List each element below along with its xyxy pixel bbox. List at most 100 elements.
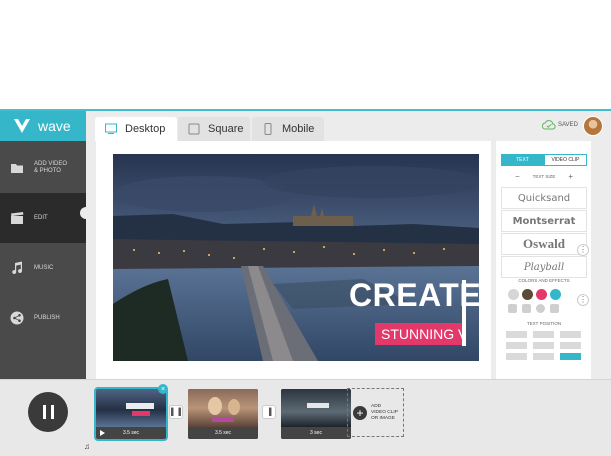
music-track-icon[interactable]: ♫: [84, 442, 90, 451]
square-icon: [188, 123, 200, 135]
color-swatch-grey[interactable]: [508, 289, 519, 300]
text-size-label: TEXT SIZE: [532, 174, 556, 179]
sidebar-item-publish[interactable]: PUBLISH: [0, 293, 86, 343]
position-top-right[interactable]: [560, 331, 581, 338]
sidebar-item-label: EDIT: [34, 214, 48, 221]
clip-thumbnail: [96, 389, 166, 427]
clip-thumbnail: [188, 389, 258, 427]
sidebar-item-add-media[interactable]: ADD VIDEO & PHOTO: [0, 143, 86, 193]
color-swatch-teal[interactable]: [550, 289, 561, 300]
font-option-quicksand[interactable]: Quicksand: [501, 187, 587, 209]
panel-toggle: TEXT VIDEO CLIP: [501, 154, 587, 166]
clip-duration: 3 sec: [310, 430, 322, 436]
transition-icon[interactable]: ▌▐: [169, 405, 183, 419]
position-bottom-left[interactable]: [506, 353, 527, 360]
clip-duration: 3.5 sec: [214, 430, 232, 436]
effects-more-options-icon[interactable]: ⋮: [577, 294, 589, 306]
saved-label: SAVED: [558, 122, 578, 128]
pause-bar-icon: [50, 405, 54, 419]
tab-text[interactable]: TEXT: [501, 154, 544, 166]
wave-logo-icon: [14, 119, 30, 133]
canvas-stage: CREATE STUNNING VI: [96, 141, 491, 381]
position-top-left[interactable]: [506, 331, 527, 338]
subline-text[interactable]: STUNNING VI: [375, 323, 462, 345]
position-top-center[interactable]: [533, 331, 554, 338]
effect-shadow-icon[interactable]: [522, 304, 531, 313]
headline-accent-bar: [462, 280, 466, 346]
tab-mobile[interactable]: Mobile: [252, 117, 324, 141]
clip-footer: 3 sec: [281, 427, 351, 439]
position-middle-left[interactable]: [506, 342, 527, 349]
saved-status: SAVED: [542, 120, 578, 130]
color-swatch-brown[interactable]: [522, 289, 533, 300]
transition-icon[interactable]: ▐: [262, 405, 276, 419]
position-bottom-right[interactable]: [560, 353, 581, 360]
sidebar-item-label: ADD VIDEO & PHOTO: [34, 161, 68, 174]
position-middle-center[interactable]: [533, 342, 554, 349]
timeline-clip-2[interactable]: 3.5 sec: [188, 389, 258, 439]
timeline: 3.5 sec × ▌▐ 3.5 sec ▐ 3 sec + ADD VIDEO…: [0, 379, 611, 456]
sidebar-item-edit[interactable]: EDIT: [0, 193, 86, 243]
color-swatches: [508, 289, 561, 300]
mobile-phone-icon: [264, 123, 272, 135]
add-video-clip-button[interactable]: + ADD VIDEO CLIP OR IMAGE: [347, 388, 404, 437]
effect-none-icon[interactable]: [508, 304, 517, 313]
tab-video-clip[interactable]: VIDEO CLIP: [544, 154, 587, 166]
cloud-check-icon: [542, 120, 556, 130]
color-swatch-pink[interactable]: [536, 289, 547, 300]
headline-text[interactable]: CREATE: [349, 277, 479, 314]
music-note-icon: [12, 261, 23, 275]
brand-logo[interactable]: wave: [0, 111, 86, 141]
position-middle-right[interactable]: [560, 342, 581, 349]
tab-desktop[interactable]: Desktop: [95, 117, 177, 141]
sidebar-item-label: MUSIC: [34, 264, 54, 271]
pause-bar-icon: [42, 405, 46, 419]
format-tabs-bar: Desktop Square Mobile SAVED: [86, 111, 611, 141]
clip-footer: 3.5 sec: [96, 427, 166, 439]
clip-duration: 3.5 sec: [122, 430, 140, 436]
font-more-options-icon[interactable]: ⋮: [577, 244, 589, 256]
text-position-grid: [506, 331, 583, 360]
desktop-icon: [105, 123, 117, 134]
tab-label: Square: [208, 123, 244, 135]
share-icon: [10, 311, 24, 325]
sidebar-active-indicator: [80, 207, 92, 219]
clip-thumbnail: [281, 389, 351, 427]
font-option-playball[interactable]: Playball: [501, 256, 587, 278]
timeline-clip-1[interactable]: 3.5 sec: [94, 387, 168, 441]
add-clip-label-line: OR IMAGE: [371, 415, 395, 421]
sidebar-item-label: PUBLISH: [34, 314, 60, 321]
font-option-oswald[interactable]: Oswald: [501, 233, 587, 255]
pause-button[interactable]: [28, 392, 68, 432]
clip-footer: 3.5 sec: [188, 427, 258, 439]
video-preview[interactable]: CREATE STUNNING VI: [113, 154, 479, 361]
decrease-size-button[interactable]: −: [501, 172, 520, 181]
user-avatar[interactable]: [583, 116, 603, 136]
text-settings-panel: TEXT VIDEO CLIP − TEXT SIZE + Quicksand …: [496, 141, 591, 379]
position-bottom-center[interactable]: [533, 353, 554, 360]
effect-outline-icon[interactable]: [536, 304, 545, 313]
tab-label: Desktop: [125, 123, 166, 135]
add-clip-label: ADD VIDEO CLIP OR IMAGE: [371, 404, 398, 422]
film-folder-icon: [11, 164, 23, 173]
font-option-montserrat[interactable]: Montserrat: [501, 210, 587, 232]
plus-icon: +: [353, 405, 367, 420]
sidebar: wave ADD VIDEO & PHOTO EDIT MUSIC PUBLIS…: [0, 111, 92, 379]
text-size-row: − TEXT SIZE +: [501, 172, 587, 181]
app-window: wave ADD VIDEO & PHOTO EDIT MUSIC PUBLIS…: [0, 109, 611, 456]
timeline-clip-3[interactable]: 3 sec: [281, 389, 351, 439]
increase-size-button[interactable]: +: [568, 172, 587, 181]
sidebar-item-music[interactable]: MUSIC: [0, 243, 86, 293]
effect-options: [508, 304, 559, 313]
remove-clip-icon[interactable]: ×: [158, 384, 168, 394]
clapperboard-icon: [11, 212, 24, 224]
play-icon: [100, 430, 105, 436]
colors-effects-label: COLORS AND EFFECTS: [518, 278, 570, 283]
brand-name: wave: [38, 118, 71, 134]
effect-highlight-icon[interactable]: [550, 304, 559, 313]
text-position-label: TEXT POSITION: [526, 321, 562, 326]
tab-square[interactable]: Square: [178, 117, 250, 141]
add-clip-label-line: VIDEO CLIP: [371, 409, 398, 415]
tab-label: Mobile: [282, 123, 315, 135]
font-list: Quicksand Montserrat Oswald Playball: [501, 187, 587, 279]
